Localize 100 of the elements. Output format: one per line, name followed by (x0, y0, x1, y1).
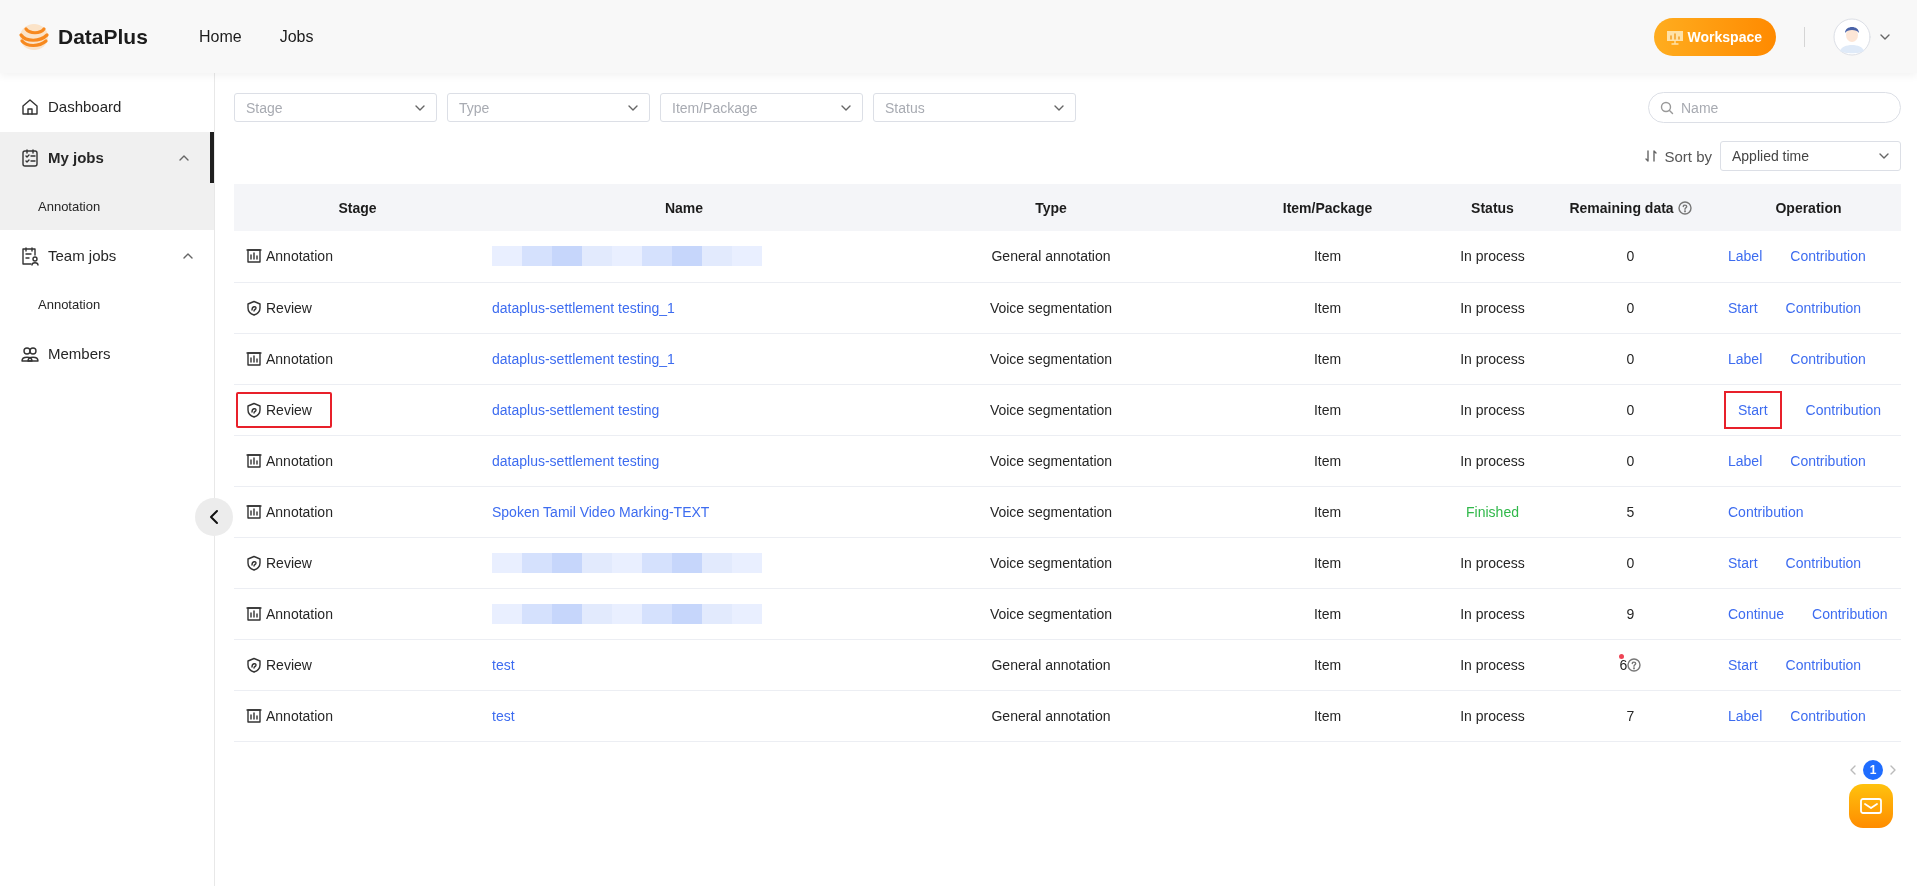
notification-dot (1618, 653, 1624, 659)
stage-label: Review (266, 554, 312, 571)
remaining-count: 0 (1626, 554, 1635, 571)
sort-select[interactable]: Applied time (1720, 141, 1901, 171)
stage-label: Annotation (266, 605, 333, 622)
item-type: Item (1313, 605, 1342, 622)
job-name-link[interactable]: dataplus-settlement testing_1 (492, 350, 675, 367)
stage-label: Review (266, 299, 312, 316)
job-name-link[interactable]: test (492, 707, 515, 724)
job-name-link[interactable]: dataplus-settlement testing (492, 452, 660, 469)
stage-label: Annotation (266, 350, 333, 367)
chart-frame-icon (246, 503, 262, 520)
dropdown-icon (627, 103, 639, 112)
stage-label: Review (266, 401, 312, 418)
search-field[interactable]: Name (1648, 92, 1901, 123)
sidebar-item[interactable]: Members (0, 328, 214, 379)
item-type: Item (1313, 350, 1342, 367)
nav-link[interactable]: Home (199, 27, 242, 46)
sort-icon (1644, 149, 1659, 163)
status-label: In process (1460, 248, 1525, 265)
chart-frame-icon (246, 605, 262, 622)
stage-label: Annotation (266, 707, 333, 724)
page-button[interactable]: 1 (1863, 759, 1883, 780)
operation-link[interactable]: Contribution (1786, 696, 1870, 735)
clipboard-icon (20, 147, 40, 168)
job-type: General annotation (991, 656, 1111, 673)
stage-label: Annotation (266, 452, 333, 469)
job-name-link[interactable]: test (492, 656, 515, 673)
mail-button[interactable] (1849, 784, 1893, 828)
job-type: General annotation (991, 707, 1111, 724)
dropdown-icon (1053, 103, 1065, 112)
help-icon (1627, 657, 1642, 672)
operation-link[interactable]: Contribution (1781, 543, 1866, 582)
status-label: In process (1460, 656, 1525, 673)
shield-icon (246, 554, 262, 571)
remaining-count: 0 (1626, 401, 1635, 418)
shield-icon (246, 656, 262, 673)
status-label: In process (1460, 452, 1525, 469)
sidebar-item[interactable]: Dashboard (0, 81, 214, 132)
operation-link[interactable]: Contribution (1781, 645, 1866, 684)
operation-link[interactable]: Contribution (1724, 492, 1808, 531)
operation-link[interactable]: Label (1724, 339, 1767, 378)
item-type: Item (1313, 656, 1342, 673)
column-header: Name (664, 199, 704, 216)
job-type: Voice segmentation (989, 299, 1113, 316)
item-type: Item (1313, 401, 1342, 418)
status-label: In process (1460, 299, 1525, 316)
job-name-link[interactable]: dataplus-settlement testing (492, 401, 660, 418)
operation-link[interactable]: Contribution (1808, 594, 1892, 633)
collapse-button[interactable] (195, 498, 233, 536)
sort-label: Sort by (1664, 147, 1712, 165)
job-name-link[interactable]: dataplus-settlement testing_1 (492, 299, 675, 316)
operation-link[interactable]: Start (1724, 645, 1762, 684)
help-icon (1677, 200, 1692, 215)
item-type: Item (1313, 299, 1342, 316)
sidebar-subitem[interactable]: Annotation (0, 183, 214, 230)
status-label: In process (1460, 605, 1525, 622)
sidebar-item[interactable]: Team jobs (0, 230, 214, 281)
operation-link[interactable]: Label (1724, 441, 1767, 480)
remaining-count: 6 (1619, 656, 1628, 673)
search-icon (1660, 101, 1674, 115)
nav-link[interactable]: Jobs (279, 27, 314, 46)
remaining-count: 0 (1626, 452, 1635, 469)
operation-link[interactable]: Contribution (1786, 441, 1870, 480)
operation-link[interactable]: Start (1724, 390, 1782, 429)
remaining-count: 9 (1626, 605, 1635, 622)
job-type: Voice segmentation (989, 503, 1113, 520)
operation-link[interactable]: Label (1724, 696, 1767, 735)
operation-link[interactable]: Continue (1724, 594, 1789, 633)
operation-link[interactable]: Contribution (1786, 339, 1870, 378)
collapse-icon (178, 153, 190, 162)
operation-link[interactable]: Contribution (1801, 390, 1886, 429)
operation-link[interactable]: Contribution (1781, 288, 1866, 327)
operation-link[interactable]: Start (1724, 543, 1762, 582)
dropdown-icon (414, 103, 426, 112)
remaining-count: 0 (1626, 299, 1635, 316)
column-header: Type (1035, 199, 1067, 216)
home-icon (20, 96, 40, 117)
job-name-link[interactable]: Spoken Tamil Video Marking-TEXT (492, 503, 710, 520)
job-type: Voice segmentation (989, 350, 1113, 367)
operation-link[interactable]: Start (1724, 288, 1762, 327)
sidebar-subitem[interactable]: Annotation (0, 281, 214, 328)
chart-frame-icon (246, 350, 262, 367)
item-type: Item (1313, 554, 1342, 571)
dropdown-icon (1878, 152, 1890, 160)
remaining-count: 0 (1626, 248, 1635, 265)
chevron-left-icon (209, 509, 219, 525)
status-label: In process (1460, 401, 1525, 418)
sidebar-item[interactable]: My jobs (0, 132, 214, 183)
operation-link[interactable]: Label (1724, 237, 1767, 276)
remaining-count: 0 (1626, 350, 1635, 367)
collapse-icon (182, 251, 194, 260)
envelope-icon (1859, 797, 1883, 815)
item-type: Item (1313, 503, 1342, 520)
operation-link[interactable]: Contribution (1786, 237, 1870, 276)
clipboard-person-icon (20, 245, 40, 266)
stage-label: Review (266, 656, 312, 673)
shield-icon (246, 299, 262, 316)
chart-frame-icon (246, 452, 262, 469)
avatar-icon[interactable] (1833, 17, 1871, 56)
